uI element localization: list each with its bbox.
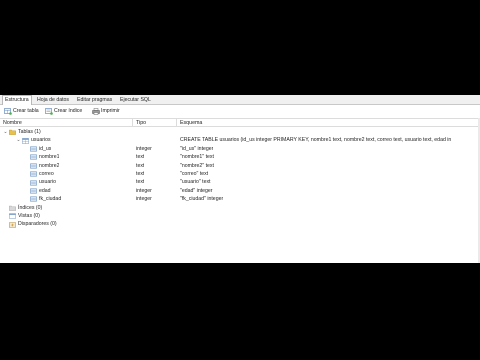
tab-execute-sql[interactable]: Ejecutar SQL: [118, 96, 153, 104]
field-icon: [30, 163, 37, 169]
field-name: nombre1: [39, 154, 60, 161]
printer-icon: [92, 108, 100, 115]
field-name-cell: usuario: [30, 178, 56, 186]
table-schema-text: CREATE TABLE usuarios (id_us integer PRI…: [180, 137, 452, 144]
views-icon: [9, 213, 16, 219]
create-table-label: Crear tabla: [13, 108, 39, 114]
field-schema: "usuario" text: [180, 179, 211, 186]
tree-label-indices: Índices (0): [18, 204, 43, 211]
create-table-icon: [4, 108, 12, 115]
field-type: text: [136, 171, 145, 177]
folder-icon: [9, 129, 16, 135]
tab-bar: Estructura Hoja de datos Editar pragmas …: [0, 95, 480, 105]
field-schema: "edad" integer: [180, 187, 213, 194]
schema-tree: Nombre Tipo Esquema ⌄ Tablas (1) ⌄ usuar…: [0, 118, 480, 263]
tree-row-triggers[interactable]: Disparadores (0): [0, 220, 480, 228]
field-name: fk_ciudad: [39, 196, 62, 203]
triggers-icon: [9, 221, 16, 228]
field-schema: "id_us" integer: [180, 145, 214, 152]
field-row[interactable]: nombre2 text "nombre2" text: [0, 162, 480, 170]
column-header-schema[interactable]: Esquema: [177, 119, 480, 127]
tree-node-usuarios: ⌄ usuarios: [16, 136, 51, 144]
tree-row-views[interactable]: Vistas (0): [0, 212, 480, 220]
field-row[interactable]: usuario text "usuario" text: [0, 178, 480, 186]
field-name: usuario: [39, 179, 57, 186]
field-name-cell: edad: [30, 187, 51, 195]
field-name: id_us: [39, 145, 52, 152]
column-header-name[interactable]: Nombre: [0, 119, 133, 127]
field-type: text: [136, 179, 145, 186]
tree-label-triggers: Disparadores (0): [18, 221, 57, 228]
field-name-cell: nombre1: [30, 153, 59, 161]
indices-icon: [9, 205, 16, 211]
collapse-arrow-icon[interactable]: ⌄: [16, 138, 21, 143]
tab-edit-pragmas[interactable]: Editar pragmas: [75, 96, 114, 104]
field-schema: "correo" text: [180, 171, 209, 177]
field-name-cell: fk_ciudad: [30, 195, 61, 203]
create-index-label: Crear índice: [54, 108, 83, 114]
field-row[interactable]: correo text "correo" text: [0, 170, 480, 178]
tree-node-tables: ⌄ Tablas (1): [3, 128, 41, 136]
field-schema: "fk_ciudad" integer: [180, 196, 224, 203]
column-header-row: Nombre Tipo Esquema: [0, 118, 480, 127]
tree-row-tables[interactable]: ⌄ Tablas (1): [0, 128, 480, 136]
field-name: correo: [39, 171, 54, 177]
tree-label-views: Vistas (0): [18, 213, 40, 219]
db-browser-window: Estructura Hoja de datos Editar pragmas …: [0, 95, 480, 263]
tree-label-tables: Tablas (1): [18, 129, 41, 135]
field-icon: [30, 146, 37, 152]
field-schema: "nombre2" text: [180, 162, 214, 169]
tab-data-sheet[interactable]: Hoja de datos: [35, 96, 71, 104]
create-index-button[interactable]: Crear índice: [45, 107, 82, 116]
column-header-type[interactable]: Tipo: [133, 119, 177, 127]
field-row[interactable]: edad integer "edad" integer: [0, 187, 480, 195]
field-icon: [30, 188, 37, 194]
field-icon: [30, 196, 37, 202]
field-name: nombre2: [39, 162, 60, 169]
field-type: integer: [136, 187, 152, 194]
tree-node-triggers: Disparadores (0): [9, 220, 57, 228]
tab-structure[interactable]: Estructura: [2, 95, 32, 105]
field-name-cell: correo: [30, 170, 54, 178]
field-icon: [30, 171, 37, 177]
field-schema: "nombre1" text: [180, 154, 214, 161]
field-type: integer: [136, 145, 152, 152]
tree-node-views: Vistas (0): [9, 212, 40, 220]
field-type: text: [136, 162, 145, 169]
field-name: edad: [39, 187, 51, 194]
table-icon: [22, 137, 29, 144]
field-type: text: [136, 154, 145, 161]
collapse-arrow-icon[interactable]: ⌄: [3, 129, 8, 135]
print-label: Imprimir: [101, 108, 120, 114]
field-icon: [30, 154, 37, 160]
toolbar: Crear tabla Crear índice Imprimir: [0, 105, 480, 118]
field-name-cell: nombre2: [30, 162, 59, 170]
field-name-cell: id_us: [30, 145, 51, 153]
field-type: integer: [136, 196, 152, 203]
create-table-button[interactable]: Crear tabla: [4, 107, 39, 116]
create-index-icon: [45, 108, 53, 115]
tree-node-indices: Índices (0): [9, 204, 42, 212]
field-row[interactable]: id_us integer "id_us" integer: [0, 145, 480, 153]
field-row[interactable]: fk_ciudad integer "fk_ciudad" integer: [0, 195, 480, 203]
field-icon: [30, 180, 37, 186]
tree-label-usuarios: usuarios: [31, 137, 51, 144]
print-button[interactable]: Imprimir: [92, 107, 120, 116]
tree-row-table-usuarios[interactable]: ⌄ usuarios CREATE TABLE usuarios (id_us …: [0, 136, 480, 144]
field-row[interactable]: nombre1 text "nombre1" text: [0, 153, 480, 161]
tree-row-indices[interactable]: Índices (0): [0, 204, 480, 212]
